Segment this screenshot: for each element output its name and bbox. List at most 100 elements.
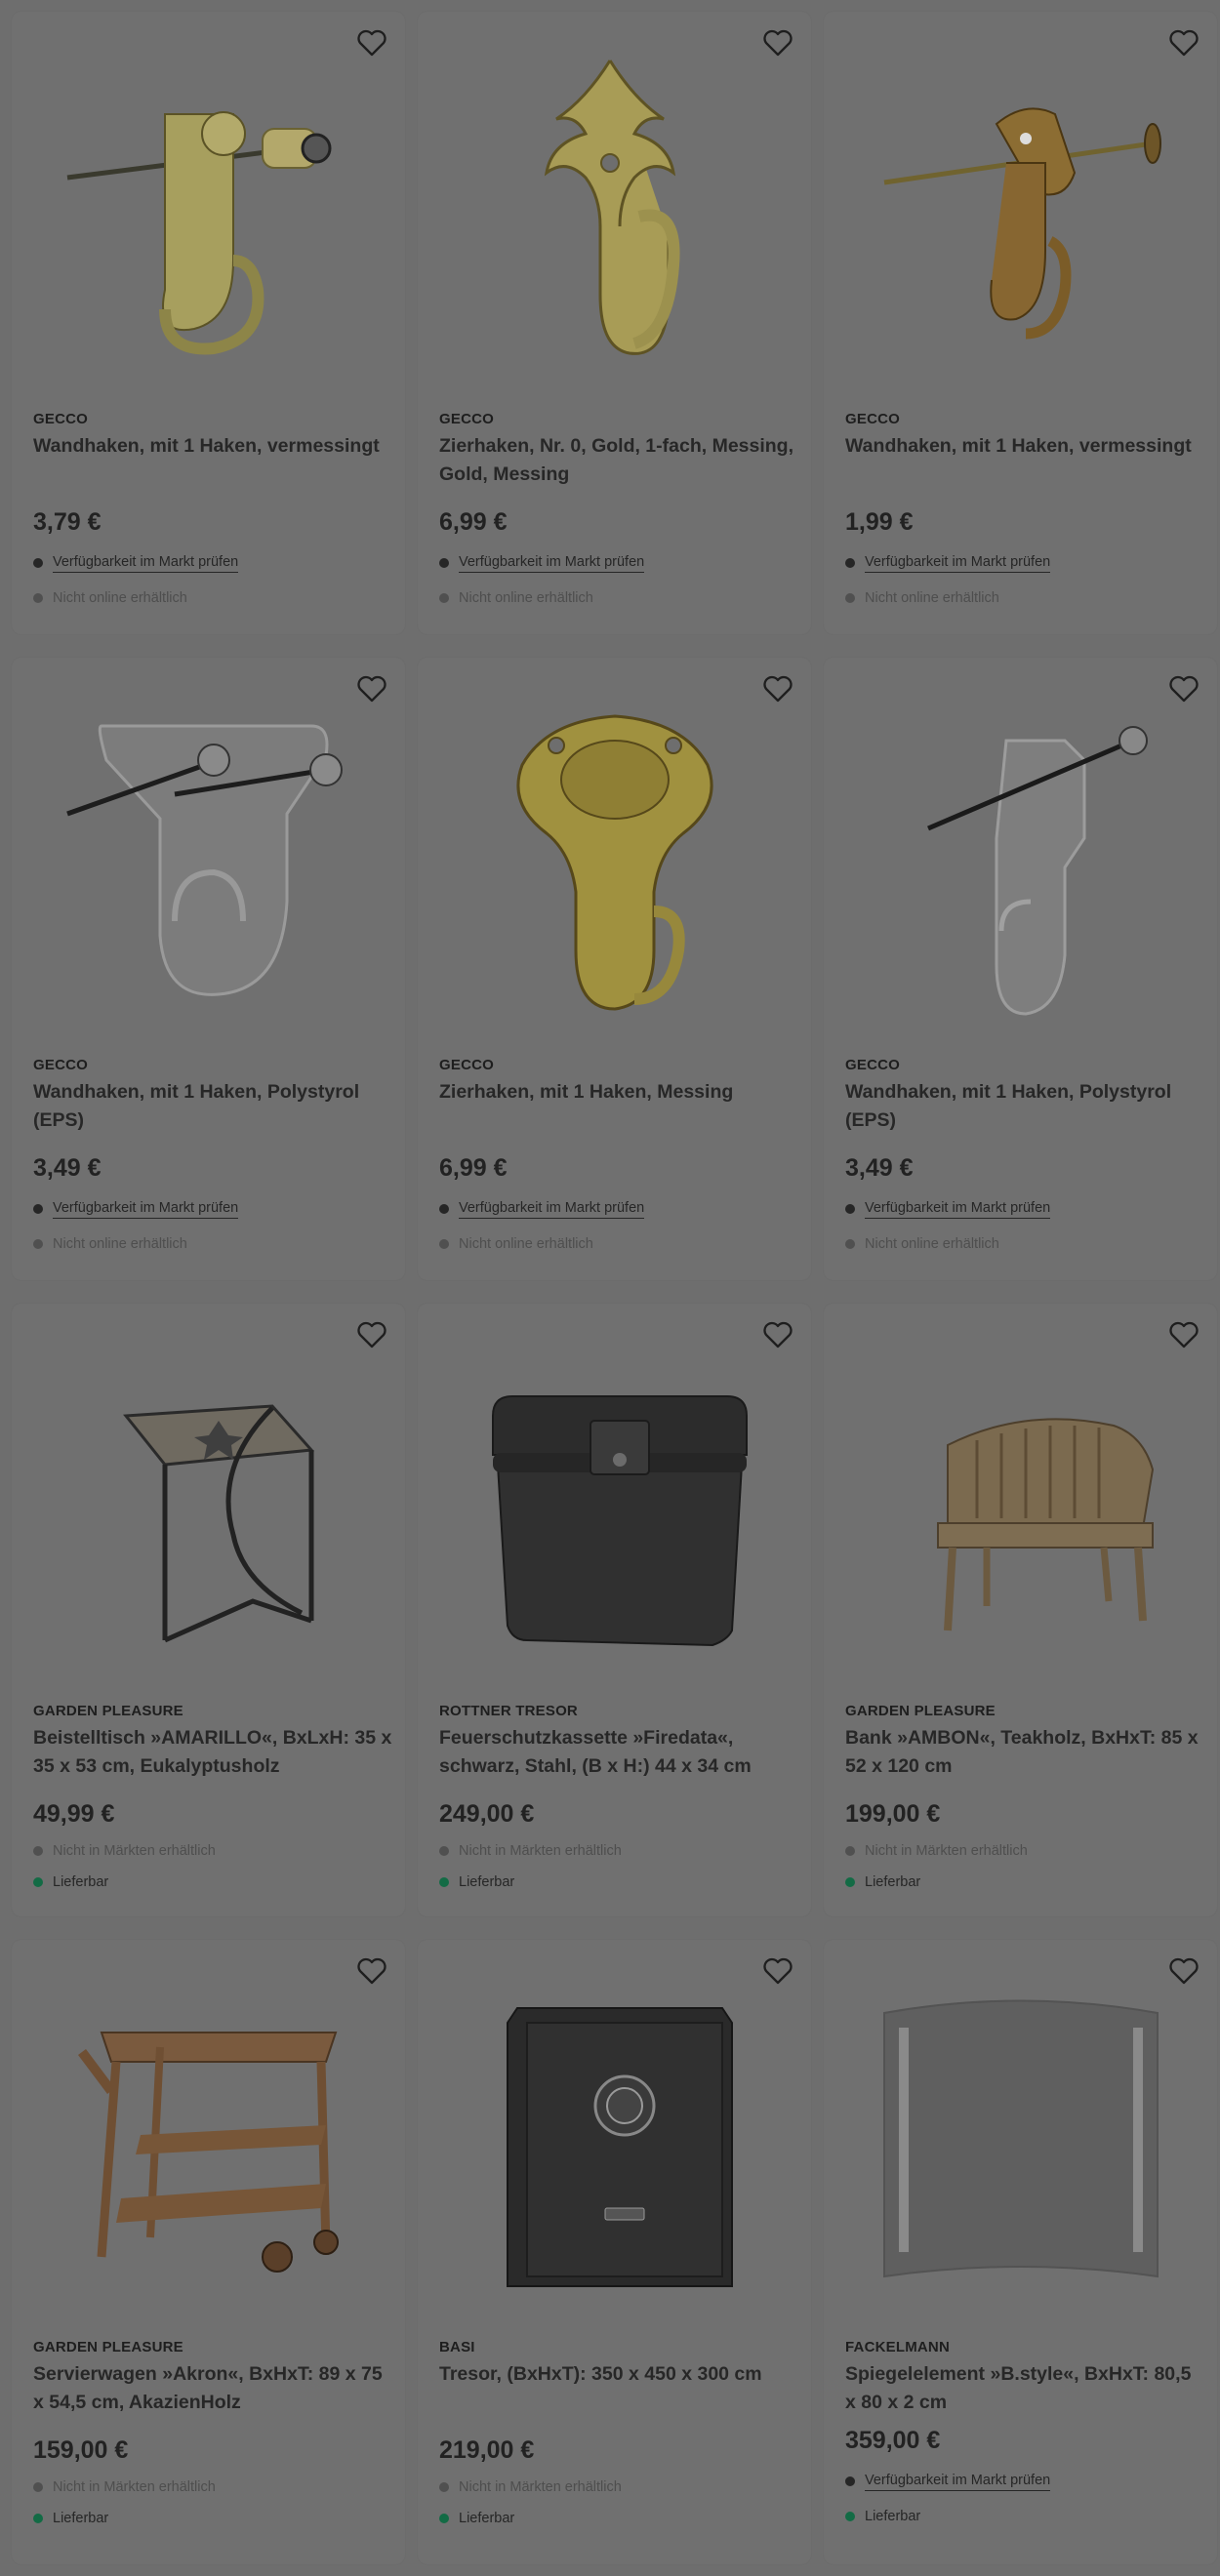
online-availability: Lieferbar <box>33 1872 108 1893</box>
dot-icon <box>33 1877 43 1887</box>
product-image[interactable] <box>824 658 1217 1048</box>
online-availability: Lieferbar <box>439 2508 514 2529</box>
product-brand: GARDEN PLEASURE <box>33 1703 183 1719</box>
online-status: Nicht online erhältlich <box>865 1236 999 1252</box>
favorite-heart-icon[interactable] <box>762 27 793 59</box>
product-card[interactable]: FACKELMANN Spiegelelement »B.style«, BxH… <box>824 1940 1217 2564</box>
product-image[interactable] <box>824 1940 1217 2330</box>
online-availability: Nicht online erhältlich <box>845 1233 999 1255</box>
favorite-heart-icon[interactable] <box>1168 1319 1200 1350</box>
online-availability: Nicht online erhältlich <box>845 587 999 609</box>
online-availability: Nicht online erhältlich <box>33 1233 187 1255</box>
check-store-link[interactable]: Verfügbarkeit im Markt prüfen <box>459 1200 645 1219</box>
product-title[interactable]: Bank »AMBON«, Teakholz, BxHxT: 85 x 52 x… <box>845 1724 1206 1781</box>
check-store-link[interactable]: Verfügbarkeit im Markt prüfen <box>865 2473 1051 2491</box>
product-card[interactable]: GARDEN PLEASURE Bank »AMBON«, Teakholz, … <box>824 1304 1217 1916</box>
product-price: 249,00 € <box>439 1800 535 1828</box>
online-availability: Lieferbar <box>33 2508 108 2529</box>
product-image[interactable] <box>418 658 811 1048</box>
product-brand: FACKELMANN <box>845 2339 950 2355</box>
product-title[interactable]: Zierhaken, mit 1 Haken, Messing <box>439 1078 800 1107</box>
product-price: 219,00 € <box>439 2436 535 2464</box>
favorite-heart-icon[interactable] <box>356 1319 387 1350</box>
dot-icon <box>33 1239 43 1249</box>
product-image[interactable] <box>824 12 1217 402</box>
favorite-heart-icon[interactable] <box>762 673 793 704</box>
dot-icon <box>845 1239 855 1249</box>
online-status: Nicht online erhältlich <box>459 1236 593 1252</box>
online-status: Lieferbar <box>53 1874 109 1890</box>
product-image[interactable] <box>12 1940 405 2330</box>
online-availability: Nicht online erhältlich <box>439 587 593 609</box>
product-grid: GECCO Wandhaken, mit 1 Haken, vermessing… <box>0 0 1220 2576</box>
product-card[interactable]: BASI Tresor, (BxHxT): 350 x 450 x 300 cm… <box>418 1940 811 2564</box>
online-status: Lieferbar <box>865 1874 921 1890</box>
product-title[interactable]: Wandhaken, mit 1 Haken, vermessingt <box>33 432 394 461</box>
store-status: Nicht in Märkten erhältlich <box>53 2479 216 2495</box>
dot-icon <box>845 558 855 568</box>
online-status: Nicht online erhältlich <box>865 590 999 606</box>
store-availability[interactable]: Verfügbarkeit im Markt prüfen <box>845 1198 1051 1220</box>
check-store-link[interactable]: Verfügbarkeit im Markt prüfen <box>865 1200 1051 1219</box>
product-price: 159,00 € <box>33 2436 129 2464</box>
store-availability[interactable]: Verfügbarkeit im Markt prüfen <box>439 1198 645 1220</box>
store-availability[interactable]: Verfügbarkeit im Markt prüfen <box>33 1198 239 1220</box>
product-card[interactable]: GECCO Wandhaken, mit 1 Haken, Polystyrol… <box>824 658 1217 1280</box>
favorite-heart-icon[interactable] <box>762 1955 793 1987</box>
online-status: Nicht online erhältlich <box>53 1236 187 1252</box>
product-image[interactable] <box>418 1304 811 1694</box>
product-title[interactable]: Wandhaken, mit 1 Haken, Polystyrol (EPS) <box>845 1078 1206 1135</box>
product-brand: ROTTNER TRESOR <box>439 1703 578 1719</box>
check-store-link[interactable]: Verfügbarkeit im Markt prüfen <box>459 554 645 573</box>
product-card[interactable]: GECCO Wandhaken, mit 1 Haken, Polystyrol… <box>12 658 405 1280</box>
product-title[interactable]: Zierhaken, Nr. 0, Gold, 1-fach, Messing,… <box>439 432 800 489</box>
product-brand: GARDEN PLEASURE <box>33 2339 183 2355</box>
dot-icon <box>845 1846 855 1856</box>
product-title[interactable]: Wandhaken, mit 1 Haken, Polystyrol (EPS) <box>33 1078 394 1135</box>
favorite-heart-icon[interactable] <box>356 1955 387 1987</box>
online-status: Lieferbar <box>459 1874 515 1890</box>
product-image[interactable] <box>12 12 405 402</box>
dot-icon <box>845 1204 855 1214</box>
favorite-heart-icon[interactable] <box>356 27 387 59</box>
product-title[interactable]: Tresor, (BxHxT): 350 x 450 x 300 cm <box>439 2360 800 2389</box>
product-card[interactable]: GECCO Wandhaken, mit 1 Haken, vermessing… <box>12 12 405 634</box>
product-image[interactable] <box>824 1304 1217 1694</box>
product-image[interactable] <box>418 12 811 402</box>
product-image[interactable] <box>12 658 405 1048</box>
product-price: 3,49 € <box>845 1154 914 1182</box>
product-card[interactable]: GECCO Wandhaken, mit 1 Haken, vermessing… <box>824 12 1217 634</box>
store-availability[interactable]: Verfügbarkeit im Markt prüfen <box>845 2471 1051 2492</box>
favorite-heart-icon[interactable] <box>356 673 387 704</box>
favorite-heart-icon[interactable] <box>762 1319 793 1350</box>
store-availability[interactable]: Verfügbarkeit im Markt prüfen <box>845 552 1051 574</box>
favorite-heart-icon[interactable] <box>1168 27 1200 59</box>
dot-icon <box>439 2514 449 2523</box>
product-card[interactable]: GECCO Zierhaken, mit 1 Haken, Messing 6,… <box>418 658 811 1280</box>
store-status: Nicht in Märkten erhältlich <box>53 1843 216 1859</box>
store-availability[interactable]: Verfügbarkeit im Markt prüfen <box>439 552 645 574</box>
product-title[interactable]: Wandhaken, mit 1 Haken, vermessingt <box>845 432 1206 461</box>
check-store-link[interactable]: Verfügbarkeit im Markt prüfen <box>53 554 239 573</box>
product-title[interactable]: Spiegelelement »B.style«, BxHxT: 80,5 x … <box>845 2360 1206 2417</box>
store-availability[interactable]: Verfügbarkeit im Markt prüfen <box>33 552 239 574</box>
product-price: 3,79 € <box>33 508 102 536</box>
product-title[interactable]: Servierwagen »Akron«, BxHxT: 89 x 75 x 5… <box>33 2360 394 2417</box>
product-card[interactable]: GARDEN PLEASURE Servierwagen »Akron«, Bx… <box>12 1940 405 2564</box>
store-status: Nicht in Märkten erhältlich <box>459 2479 622 2495</box>
product-title[interactable]: Feuerschutzkassette »Firedata«, schwarz,… <box>439 1724 800 1781</box>
dot-icon <box>33 2514 43 2523</box>
check-store-link[interactable]: Verfügbarkeit im Markt prüfen <box>53 1200 239 1219</box>
product-title[interactable]: Beistelltisch »AMARILLO«, BxLxH: 35 x 35… <box>33 1724 394 1781</box>
product-card[interactable]: GECCO Zierhaken, Nr. 0, Gold, 1-fach, Me… <box>418 12 811 634</box>
check-store-link[interactable]: Verfügbarkeit im Markt prüfen <box>865 554 1051 573</box>
product-card[interactable]: ROTTNER TRESOR Feuerschutzkassette »Fire… <box>418 1304 811 1916</box>
online-availability: Nicht online erhältlich <box>439 1233 593 1255</box>
product-image[interactable] <box>12 1304 405 1694</box>
favorite-heart-icon[interactable] <box>1168 1955 1200 1987</box>
dot-icon <box>439 1846 449 1856</box>
dot-icon <box>439 2482 449 2492</box>
favorite-heart-icon[interactable] <box>1168 673 1200 704</box>
product-card[interactable]: GARDEN PLEASURE Beistelltisch »AMARILLO«… <box>12 1304 405 1916</box>
product-image[interactable] <box>418 1940 811 2330</box>
